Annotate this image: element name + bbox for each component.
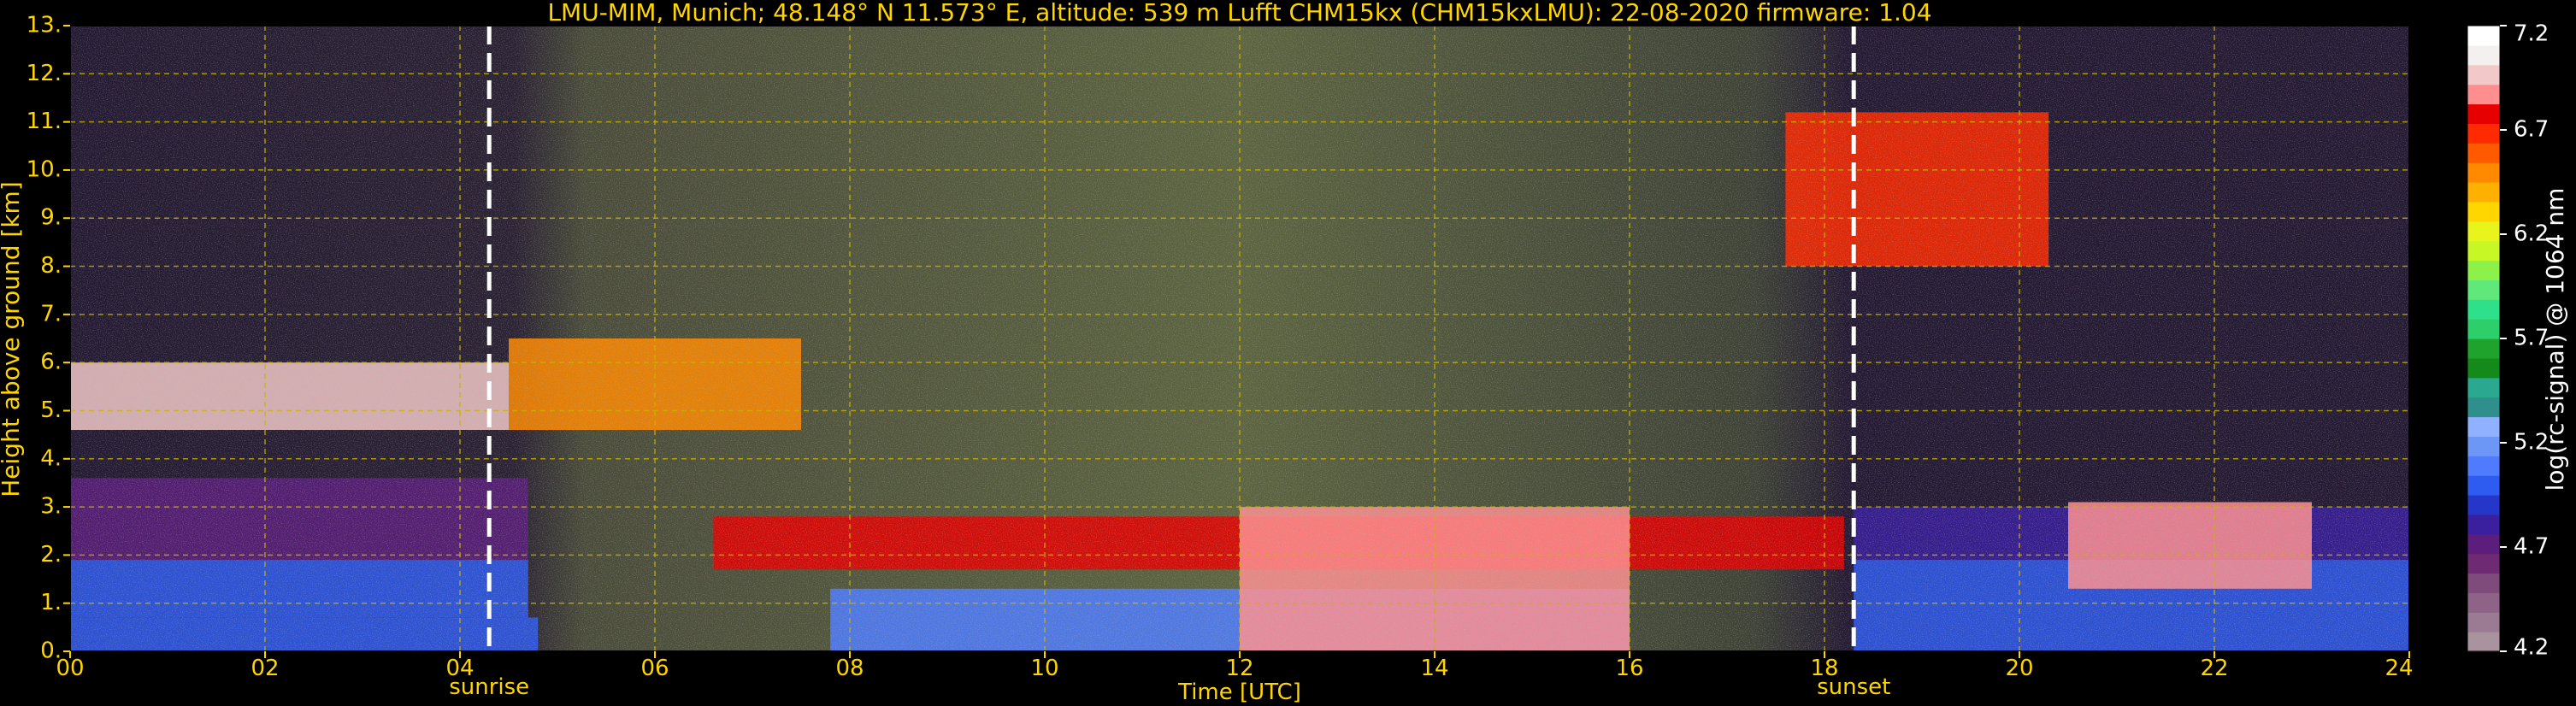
ceilometer-chart: sunrise sunset 0.1.2.3.4.5.6.7.8.9.10.11.… <box>0 0 2569 705</box>
y-tick-label: 4. <box>40 445 62 471</box>
y-tick-label: 12. <box>27 61 62 86</box>
y-tick-label: 6. <box>40 350 62 375</box>
colorbar-swatch <box>2467 279 2500 300</box>
colorbar-swatches <box>2467 26 2500 652</box>
x-tick-label: 14 <box>1420 656 1448 681</box>
colorbar-swatch <box>2467 103 2500 124</box>
colorbar-swatch <box>2467 221 2500 242</box>
y-tick-label: 1. <box>40 590 62 615</box>
colorbar-swatch <box>2467 612 2500 632</box>
x-tick-label: 02 <box>251 656 279 681</box>
x-tick-label: 10 <box>1030 656 1058 681</box>
y-tick-label: 3. <box>40 494 62 520</box>
colorbar-swatch <box>2467 357 2500 379</box>
chart-title: LMU-MIM, Munich; 48.148° N 11.573° E, al… <box>547 0 1931 26</box>
colorbar-swatch <box>2467 319 2500 339</box>
x-tick-label: 18 <box>1810 656 1838 681</box>
x-tick-label: 06 <box>640 656 669 681</box>
x-tick-label: 22 <box>2200 656 2228 681</box>
colorbar-swatch <box>2467 416 2500 437</box>
colorbar-swatch <box>2467 592 2500 613</box>
x-axis-ticks: 00 02 04 06 08 10 12 14 16 18 20 22 24 <box>56 651 2414 681</box>
plot-area: sunrise sunset <box>69 25 2410 700</box>
colorbar-swatch <box>2467 123 2500 144</box>
colorbar-swatch <box>2467 338 2500 359</box>
y-tick-label: 10. <box>27 156 62 182</box>
colorbar-swatch <box>2467 456 2500 476</box>
y-tick-label: 2. <box>40 542 62 568</box>
colorbar-swatch <box>2467 240 2500 262</box>
y-axis-ticks: 0.1.2.3.4.5.6.7.8.9.10.11.12.13. <box>27 13 70 664</box>
x-tick-label: 20 <box>2005 656 2033 681</box>
colorbar-swatch <box>2467 64 2500 85</box>
x-tick-label: 00 <box>56 656 84 681</box>
x-tick-label: 08 <box>835 656 864 681</box>
y-axis-label: Height above ground [km] <box>0 181 25 497</box>
colorbar-swatch <box>2467 495 2500 515</box>
colorbar-tick-label: 6.7 <box>2514 117 2549 143</box>
y-tick-label: 9. <box>40 205 62 231</box>
x-tick-label: 12 <box>1225 656 1253 681</box>
x-tick-label: 04 <box>445 656 474 681</box>
colorbar-swatch <box>2467 26 2500 46</box>
colorbar-swatch <box>2467 162 2500 183</box>
colorbar-swatch <box>2467 299 2500 320</box>
y-tick-label: 8. <box>40 253 62 279</box>
colorbar-swatch <box>2467 533 2500 555</box>
colorbar-swatch <box>2467 436 2500 456</box>
colorbar-swatch <box>2467 84 2500 105</box>
y-tick-label: 5. <box>40 397 62 423</box>
colorbar-swatch <box>2467 182 2500 203</box>
colorbar-tick-label: 7.2 <box>2514 21 2549 47</box>
colorbar-swatch <box>2467 553 2500 574</box>
colorbar-swatch <box>2467 201 2500 222</box>
colorbar-swatch <box>2467 260 2500 280</box>
colorbar-swatch <box>2467 475 2500 496</box>
colorbar-tick-label: 4.2 <box>2514 635 2549 661</box>
colorbar-swatch <box>2467 44 2500 66</box>
y-tick-label: 7. <box>40 301 62 327</box>
y-tick-label: 13. <box>27 13 62 38</box>
colorbar-swatch <box>2467 143 2500 163</box>
x-axis-label: Time [UTC] <box>1177 680 1301 705</box>
x-tick-label: 16 <box>1615 656 1643 681</box>
colorbar-swatch <box>2467 514 2500 535</box>
colorbar: 4.24.75.25.76.26.77.2 log(rc-signal) @ 1… <box>2467 21 2569 661</box>
y-tick-label: 11. <box>27 109 62 134</box>
colorbar-swatch <box>2467 377 2500 398</box>
colorbar-swatch <box>2467 632 2500 652</box>
colorbar-label: log(rc-signal) @ 1064 nm <box>2541 188 2569 491</box>
colorbar-swatch <box>2467 573 2500 593</box>
colorbar-swatch <box>2467 397 2500 418</box>
colorbar-tick-label: 4.7 <box>2514 534 2549 560</box>
x-tick-label: 24 <box>2384 656 2413 681</box>
